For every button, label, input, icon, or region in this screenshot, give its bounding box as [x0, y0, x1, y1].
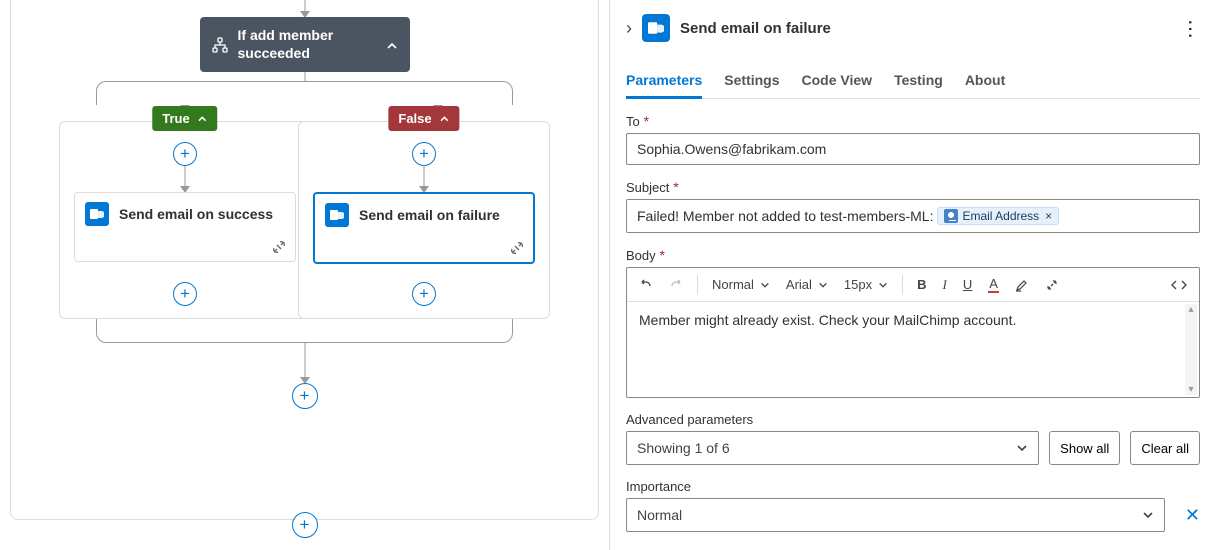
chevron-up-icon: [440, 111, 450, 126]
to-value: Sophia.Owens@fabrikam.com: [637, 141, 826, 157]
rich-text-editor: Normal Arial 15px B I U A Member might a…: [626, 267, 1200, 398]
adv-label: Advanced parameters: [626, 412, 1200, 427]
font-select[interactable]: Arial: [782, 275, 832, 294]
tab-about[interactable]: About: [965, 72, 1005, 98]
branch-splitter: [96, 81, 513, 105]
paragraph-style-select[interactable]: Normal: [708, 275, 774, 294]
false-tag[interactable]: False: [388, 106, 459, 131]
tab-code-view[interactable]: Code View: [802, 72, 873, 98]
add-step-button[interactable]: +: [173, 282, 197, 306]
branch-merge: [96, 319, 513, 343]
required-marker: *: [660, 247, 665, 263]
importance-label: Importance: [626, 479, 1200, 494]
condition-label: If add member succeeded: [238, 27, 376, 62]
panel-header: › Send email on failure ⋯: [626, 8, 1200, 52]
underline-button[interactable]: U: [959, 275, 976, 294]
action-send-email-success[interactable]: Send email on success: [74, 192, 296, 262]
connector-line: [424, 166, 425, 188]
body-field: Body * Normal Arial 15px B I U A Member …: [626, 247, 1200, 398]
person-icon: [944, 209, 958, 223]
redo-button[interactable]: [665, 276, 687, 294]
action-title: Send email on failure: [359, 207, 500, 223]
to-label: To: [626, 114, 640, 129]
connector-line: [304, 343, 305, 379]
add-step-button[interactable]: +: [412, 282, 436, 306]
body-input[interactable]: Member might already exist. Check your M…: [627, 302, 1199, 397]
undo-button[interactable]: [635, 276, 657, 294]
bold-button[interactable]: B: [913, 275, 930, 294]
branch-icon: [212, 36, 228, 54]
tab-testing[interactable]: Testing: [894, 72, 943, 98]
body-label: Body: [626, 248, 656, 263]
font-color-button[interactable]: A: [984, 274, 1003, 295]
action-send-email-failure[interactable]: Send email on failure: [313, 192, 535, 264]
tab-settings[interactable]: Settings: [724, 72, 779, 98]
more-menu-button[interactable]: ⋯: [1178, 19, 1203, 38]
remove-param-button[interactable]: ✕: [1185, 505, 1200, 526]
true-branch: True + Send email on success +: [59, 121, 311, 319]
importance-select[interactable]: Normal: [626, 498, 1165, 532]
action-title: Send email on success: [119, 206, 273, 222]
scroll-down-icon: ▾: [1185, 384, 1197, 395]
add-step-button[interactable]: +: [292, 383, 318, 409]
required-marker: *: [673, 179, 678, 195]
italic-button[interactable]: I: [939, 275, 951, 295]
font-size-select[interactable]: 15px: [840, 275, 892, 294]
to-field: To * Sophia.Owens@fabrikam.com: [626, 113, 1200, 165]
tab-parameters[interactable]: Parameters: [626, 72, 702, 99]
link-button[interactable]: [1041, 276, 1063, 294]
style-value: Normal: [712, 277, 754, 292]
subject-text: Failed! Member not added to test-members…: [637, 208, 933, 224]
chevron-up-icon[interactable]: [386, 37, 398, 53]
true-label: True: [162, 111, 189, 126]
body-text: Member might already exist. Check your M…: [639, 312, 1016, 328]
panel-title: Send email on failure: [680, 20, 831, 37]
subject-field: Subject * Failed! Member not added to te…: [626, 179, 1200, 233]
add-step-button[interactable]: +: [412, 142, 436, 166]
false-branch: False + Send email on failure +: [298, 121, 550, 319]
toolbar-separator: [697, 275, 698, 295]
dynamic-content-chip[interactable]: Email Address ×: [937, 207, 1059, 225]
false-label: False: [398, 111, 431, 126]
show-all-button[interactable]: Show all: [1049, 431, 1120, 465]
code-view-button[interactable]: [1167, 276, 1191, 294]
highlight-button[interactable]: [1011, 276, 1033, 294]
details-panel: › Send email on failure ⋯ Parameters Set…: [610, 0, 1220, 550]
toolbar-separator: [902, 275, 903, 295]
panel-tabs: Parameters Settings Code View Testing Ab…: [626, 72, 1200, 99]
outlook-icon: [325, 203, 349, 227]
clear-all-button[interactable]: Clear all: [1130, 431, 1200, 465]
add-step-button[interactable]: +: [173, 142, 197, 166]
connection-icon[interactable]: [315, 236, 533, 262]
scroll-up-icon: ▴: [1185, 304, 1197, 315]
adv-select-value: Showing 1 of 6: [637, 440, 730, 456]
outer-scope-card: + If add member succeeded True +: [10, 0, 599, 520]
flow-canvas: + If add member succeeded True +: [0, 0, 610, 550]
connection-icon[interactable]: [75, 235, 295, 261]
editor-toolbar: Normal Arial 15px B I U A: [627, 268, 1199, 302]
add-step-bottom[interactable]: +: [292, 512, 318, 538]
chip-label: Email Address: [962, 209, 1039, 223]
required-marker: *: [644, 113, 649, 129]
outlook-icon: [642, 14, 670, 42]
subject-label: Subject: [626, 180, 669, 195]
importance-field: Importance Normal ✕: [626, 479, 1200, 532]
chevron-up-icon: [198, 111, 208, 126]
subject-input[interactable]: Failed! Member not added to test-members…: [626, 199, 1200, 233]
condition-node[interactable]: If add member succeeded: [200, 17, 410, 72]
connector-line: [185, 166, 186, 188]
outlook-icon: [85, 202, 109, 226]
advanced-params-select[interactable]: Showing 1 of 6: [626, 431, 1039, 465]
remove-chip-button[interactable]: ×: [1045, 209, 1052, 223]
scrollbar[interactable]: ▴ ▾: [1185, 304, 1197, 395]
advanced-parameters: Advanced parameters Showing 1 of 6 Show …: [626, 412, 1200, 465]
font-value: Arial: [786, 277, 812, 292]
true-tag[interactable]: True: [152, 106, 217, 131]
to-input[interactable]: Sophia.Owens@fabrikam.com: [626, 133, 1200, 165]
importance-value: Normal: [637, 507, 682, 523]
size-value: 15px: [844, 277, 872, 292]
collapse-panel-button[interactable]: ›: [626, 18, 632, 39]
